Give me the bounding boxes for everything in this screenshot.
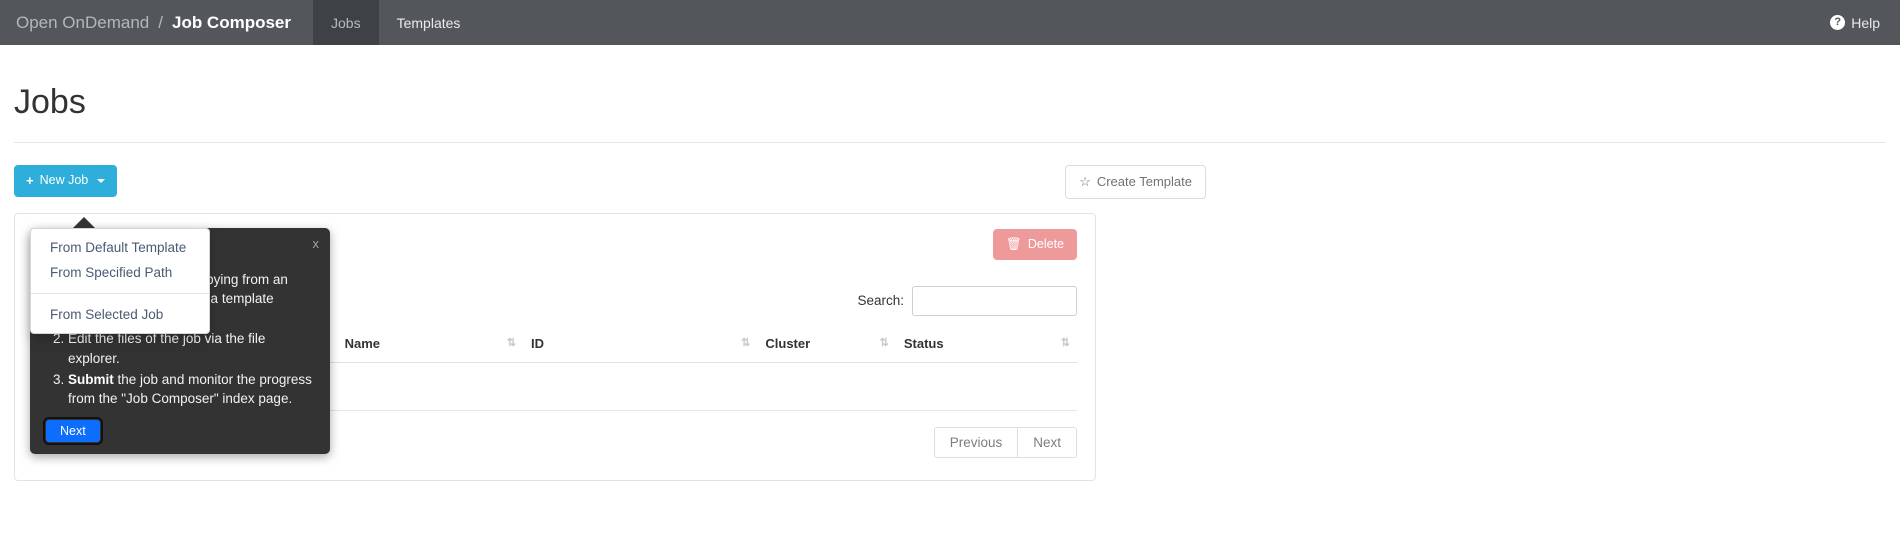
column-header-cluster-label: Cluster — [765, 335, 811, 351]
tour-step-3-bold: Submit — [68, 371, 114, 387]
help-link[interactable]: ? Help — [1830, 15, 1880, 31]
column-header-id-label: ID — [531, 335, 545, 351]
sort-icon: ⇅ — [506, 336, 516, 349]
column-header-name-label: Name — [344, 335, 381, 351]
create-template-wrap: ☆ Create Template — [1065, 165, 1206, 199]
dropdown-item-from-selected-job[interactable]: From Selected Job — [31, 302, 209, 327]
pagination-next-button[interactable]: Next — [1018, 426, 1077, 458]
search-input[interactable] — [912, 285, 1077, 316]
dropdown-item-from-default-template[interactable]: From Default Template — [31, 235, 209, 260]
navbar-links: Jobs Templates — [313, 0, 478, 45]
nav-tab-templates[interactable]: Templates — [379, 0, 479, 45]
column-header-cluster[interactable]: Cluster ⇅ — [757, 329, 896, 363]
create-template-button[interactable]: ☆ Create Template — [1065, 165, 1206, 199]
tour-step-3: Submit the job and monitor the progress … — [68, 370, 314, 409]
chevron-down-icon — [97, 178, 106, 183]
new-job-button[interactable]: + New Job — [14, 165, 118, 197]
dropdown-divider — [31, 293, 209, 294]
create-template-label: Create Template — [1096, 174, 1192, 189]
top-navbar: Open OnDemand / Job Composer Jobs Templa… — [0, 0, 1900, 45]
column-header-name[interactable]: Name ⇅ — [336, 329, 524, 363]
column-header-status[interactable]: Status ⇅ — [895, 329, 1077, 363]
sort-icon: ⇅ — [1060, 336, 1070, 349]
plus-icon: + — [26, 173, 34, 188]
brand-owner-link[interactable]: Open OnDemand — [16, 13, 149, 33]
page-toolbar: + New Job ☆ Create Template — [14, 165, 1886, 199]
title-divider — [14, 142, 1886, 143]
brand-separator: / — [158, 12, 163, 32]
search-label: Search: — [857, 293, 904, 309]
delete-button[interactable]: 🗑 Delete — [992, 229, 1077, 261]
delete-label: Delete — [1027, 237, 1064, 252]
close-icon[interactable]: x — [313, 235, 320, 254]
navbar-right: ? Help — [1830, 0, 1900, 45]
brand-group: Open OnDemand / Job Composer — [0, 0, 291, 45]
nav-tab-jobs[interactable]: Jobs — [313, 0, 379, 45]
tour-next-button[interactable]: Next — [43, 416, 103, 445]
help-icon: ? — [1830, 15, 1846, 30]
dropdown-item-from-specified-path[interactable]: From Specified Path — [31, 260, 209, 285]
new-job-dropdown-menu: From Default Template From Specified Pat… — [30, 228, 210, 334]
help-label: Help — [1851, 14, 1880, 31]
pagination: Previous Next — [933, 426, 1077, 458]
star-icon: ☆ — [1079, 174, 1091, 189]
page-title: Jobs — [14, 83, 86, 121]
sort-icon: ⇅ — [879, 336, 889, 349]
brand-app-link[interactable]: Job Composer — [172, 13, 291, 33]
new-job-label: New Job — [39, 173, 89, 188]
tour-step-2: Edit the files of the job via the file e… — [68, 329, 314, 368]
sort-icon: ⇅ — [741, 336, 750, 349]
column-header-id[interactable]: ID ⇅ — [523, 329, 758, 363]
pagination-previous-button[interactable]: Previous — [933, 426, 1019, 458]
column-header-status-label: Status — [903, 335, 944, 351]
trash-icon: 🗑 — [1005, 237, 1022, 252]
